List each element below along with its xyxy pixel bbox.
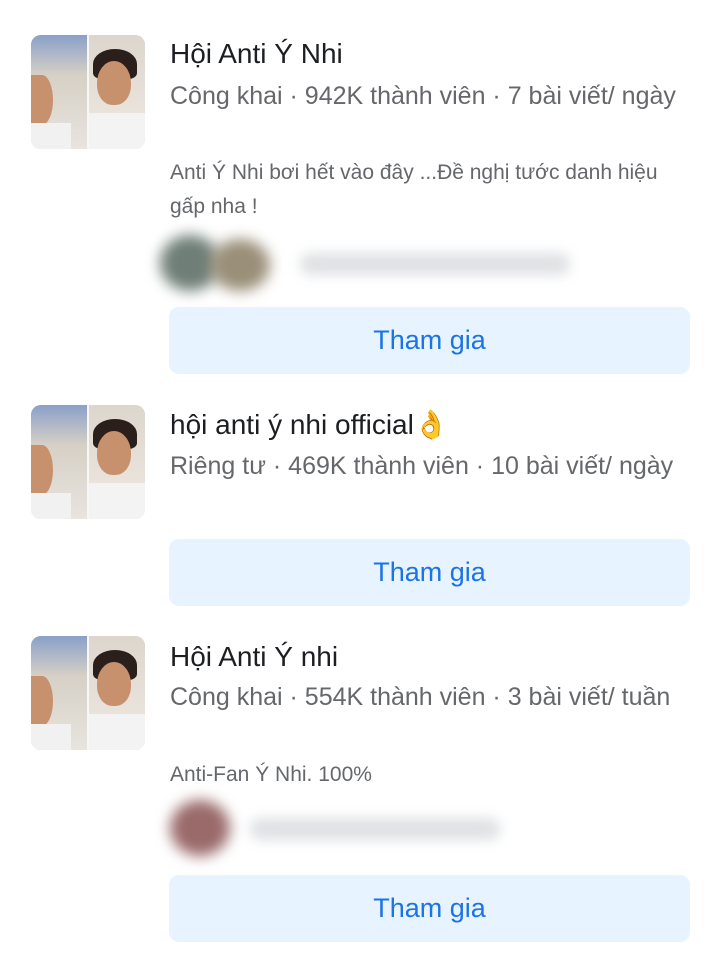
group-name-text: hội anti ý nhi official: [170, 409, 414, 440]
group-thumbnail[interactable]: [31, 636, 145, 750]
group-meta: Công khai · 554K thành viên · 3 bài viết…: [170, 683, 671, 711]
join-button[interactable]: Tham gia: [169, 539, 690, 606]
ok-hand-emoji-icon: 👌: [413, 408, 449, 441]
group-name[interactable]: hội anti ý nhi official👌: [170, 408, 449, 442]
group-meta: Công khai · 942K thành viên · 7 bài viết…: [170, 82, 676, 110]
group-name[interactable]: Hội Anti Ý nhi: [170, 640, 338, 674]
group-name[interactable]: Hội Anti Ý Nhi: [170, 37, 343, 71]
group-description: Anti-Fan Ý Nhi. 100%: [170, 763, 372, 786]
member-preview-blurred: [160, 800, 520, 860]
group-thumbnail[interactable]: [31, 405, 145, 519]
join-button[interactable]: Tham gia: [169, 875, 690, 942]
group-description: Anti Ý Nhi bơi hết vào đây ...Đề nghị tư…: [170, 161, 658, 218]
member-preview-blurred: [160, 235, 590, 295]
group-meta: Riêng tư · 469K thành viên · 10 bài viết…: [170, 452, 674, 480]
group-thumbnail[interactable]: [31, 35, 145, 149]
join-button[interactable]: Tham gia: [169, 307, 690, 374]
